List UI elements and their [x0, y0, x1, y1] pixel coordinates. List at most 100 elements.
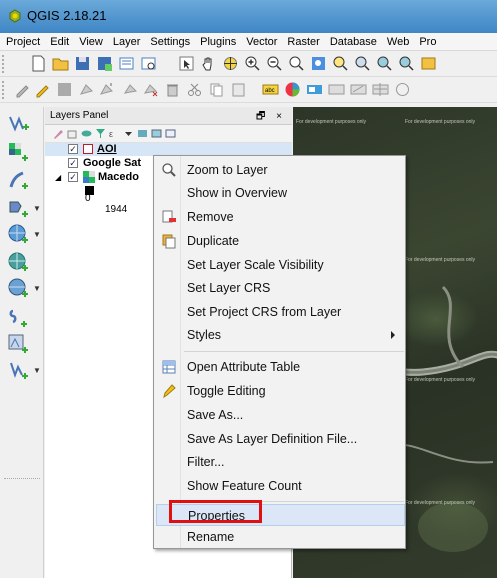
properties-highlight-box [169, 500, 262, 523]
save-project-icon[interactable] [74, 55, 91, 72]
composer-manager-icon[interactable] [140, 55, 157, 72]
menu-item-show-feature-count[interactable]: Show Feature Count [156, 475, 405, 497]
new-print-composer-icon[interactable] [118, 55, 135, 72]
menu-plugins[interactable]: Plugins [200, 36, 236, 48]
menu-layer[interactable]: Layer [113, 36, 141, 48]
menu-item-show-in-overview[interactable]: Show in Overview [156, 182, 405, 204]
add-virtual-layer-icon[interactable] [7, 333, 29, 355]
add-delimited-text-layer-icon[interactable] [7, 307, 29, 329]
collapse-all-icon[interactable] [137, 128, 148, 139]
menu-settings[interactable]: Settings [150, 36, 190, 48]
dropdown-arrow-icon[interactable]: ▼ [33, 204, 41, 213]
menu-item-remove[interactable]: Remove [156, 206, 405, 228]
current-edits-icon[interactable] [14, 81, 31, 98]
layer-name: Google Sat [83, 157, 142, 169]
menu-item-set-layer-crs[interactable]: Set Layer CRS [156, 277, 405, 299]
add-raster-layer-icon[interactable] [7, 141, 29, 163]
remove-layer-group-icon[interactable] [151, 128, 162, 139]
menu-edit[interactable]: Edit [50, 36, 69, 48]
highlight-labels-icon[interactable] [328, 81, 345, 98]
add-wcs-layer-icon[interactable] [7, 251, 29, 273]
menu-vector[interactable]: Vector [246, 36, 277, 48]
add-vector-layer-icon[interactable] [7, 113, 29, 135]
save-layer-edits-icon[interactable] [56, 81, 73, 98]
menu-item-open-attribute-table[interactable]: Open Attribute Table [156, 356, 405, 378]
show-hide-labels-icon[interactable] [350, 81, 367, 98]
move-feature-icon[interactable] [98, 81, 115, 98]
style-manager-icon[interactable] [53, 128, 64, 139]
toolbar-grip[interactable] [2, 55, 6, 73]
menu-item-set-layer-scale-visibility[interactable]: Set Layer Scale Visibility [156, 254, 405, 276]
dropdown-arrow-icon[interactable]: ▼ [33, 284, 41, 293]
menu-item-label: Remove [187, 210, 234, 224]
collapse-arrow-icon[interactable]: ◢ [55, 173, 61, 182]
zoom-to-selection-icon[interactable] [332, 55, 349, 72]
pan-to-selection-icon[interactable] [222, 55, 239, 72]
add-wms-layer-icon[interactable] [7, 223, 29, 245]
filter-legend-icon[interactable] [95, 128, 106, 139]
zoom-in-icon[interactable] [244, 55, 261, 72]
new-project-icon[interactable] [30, 55, 47, 72]
zoom-next-icon[interactable] [398, 55, 415, 72]
menu-web[interactable]: Web [387, 36, 409, 48]
delete-icon[interactable] [164, 81, 181, 98]
zoom-full-icon[interactable] [310, 55, 327, 72]
menu-item-label: Toggle Editing [187, 384, 266, 398]
add-group-icon[interactable] [67, 128, 78, 139]
menu-view[interactable]: View [79, 36, 103, 48]
copy-features-icon[interactable] [208, 81, 225, 98]
open-project-icon[interactable] [52, 55, 69, 72]
node-tool-icon[interactable] [122, 81, 139, 98]
open-layer-styling-icon[interactable] [165, 128, 176, 139]
new-map-view-icon[interactable] [420, 55, 437, 72]
manage-visibility-icon[interactable] [81, 128, 92, 139]
menu-raster[interactable]: Raster [287, 36, 319, 48]
panel-float-close-icon[interactable]: 🗗 × [256, 109, 286, 126]
menu-item-filter[interactable]: Filter... [156, 451, 405, 473]
zoom-out-icon[interactable] [266, 55, 283, 72]
label-toolbar-icon[interactable]: abc [262, 81, 279, 98]
cut-features-icon[interactable] [186, 81, 203, 98]
svg-text:abc: abc [265, 88, 275, 94]
zoom-native-icon[interactable] [288, 55, 305, 72]
move-label-icon[interactable] [372, 81, 389, 98]
toolbar-grip[interactable] [2, 81, 6, 99]
map-watermark: For development purposes only [405, 257, 476, 263]
new-shapefile-layer-icon[interactable] [7, 359, 29, 381]
pin-labels-icon[interactable] [306, 81, 323, 98]
menu-item-styles[interactable]: Styles [156, 324, 405, 346]
add-wfs-layer-icon[interactable] [7, 277, 29, 299]
layer-visibility-checkbox[interactable]: ✓ [68, 172, 78, 182]
menu-item-save-as[interactable]: Save As... [156, 404, 405, 426]
zoom-to-layer-icon[interactable] [354, 55, 371, 72]
zoom-last-icon[interactable] [376, 55, 393, 72]
title-bar: QGIS 2.18.21 [0, 0, 497, 33]
touch-zoom-icon[interactable] [178, 55, 195, 72]
filter-expression-icon[interactable]: ε [109, 128, 120, 139]
layer-labeling-icon[interactable] [284, 81, 301, 98]
delete-selected-icon[interactable] [142, 81, 159, 98]
menu-item-save-as-layer-definition[interactable]: Save As Layer Definition File... [156, 428, 405, 450]
save-as-icon[interactable] [96, 55, 113, 72]
add-spatialite-layer-icon[interactable] [7, 197, 29, 219]
layer-visibility-checkbox[interactable]: ✓ [68, 158, 78, 168]
menu-processing[interactable]: Pro [419, 36, 436, 48]
layer-visibility-checkbox[interactable]: ✓ [68, 144, 78, 154]
add-postgis-layer-icon[interactable] [7, 169, 29, 191]
expand-all-icon[interactable] [123, 128, 134, 139]
dropdown-arrow-icon[interactable]: ▼ [33, 366, 41, 375]
rotate-label-icon[interactable] [394, 81, 411, 98]
menu-item-rename[interactable]: Rename [156, 526, 405, 548]
polygon-symbol-icon [83, 144, 93, 154]
dropdown-arrow-icon[interactable]: ▼ [33, 230, 41, 239]
paste-features-icon[interactable] [230, 81, 247, 98]
toggle-editing-icon[interactable] [34, 81, 51, 98]
add-feature-icon[interactable] [78, 81, 95, 98]
menu-item-set-project-crs[interactable]: Set Project CRS from Layer [156, 301, 405, 323]
menu-database[interactable]: Database [330, 36, 377, 48]
menu-item-duplicate[interactable]: Duplicate [156, 230, 405, 252]
menu-item-toggle-editing[interactable]: Toggle Editing [156, 380, 405, 402]
menu-item-zoom-to-layer[interactable]: Zoom to Layer [156, 159, 405, 181]
pan-map-icon[interactable] [200, 55, 217, 72]
menu-project[interactable]: Project [6, 36, 40, 48]
